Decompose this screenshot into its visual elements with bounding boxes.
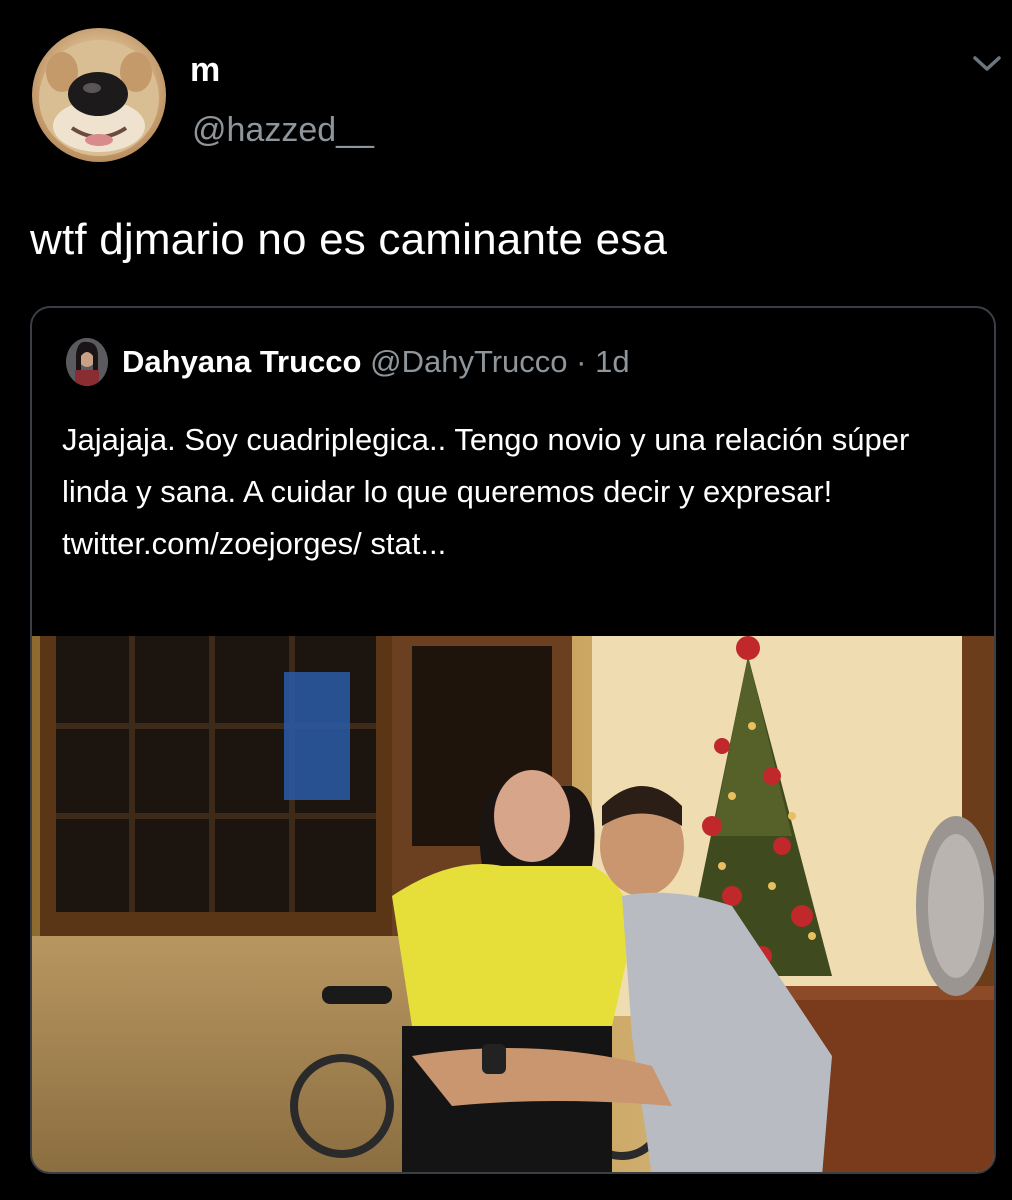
tweet-text: wtf djmario no es caminante esa [30,215,668,264]
quoted-tweet-card[interactable]: Dahyana Trucco @DahyTrucco · 1d Jajajaja… [30,306,996,1174]
chevron-down-icon[interactable] [970,52,1004,76]
author-handle[interactable]: @hazzed__ [192,110,374,150]
author-display-name[interactable]: m [190,50,220,90]
quoted-author-avatar[interactable] [66,338,108,386]
quoted-tweet-header: Dahyana Trucco @DahyTrucco · 1d [122,340,630,384]
quoted-author-meta: @DahyTrucco · 1d [370,344,630,379]
quoted-tweet-text: Jajajaja. Soy cuadriplegica.. Tengo novi… [62,422,910,561]
quoted-tweet-photo[interactable] [32,636,996,1174]
author-avatar[interactable] [32,28,166,162]
quoted-author-name[interactable]: Dahyana Trucco [122,344,361,379]
dog-avatar-image [39,40,159,156]
